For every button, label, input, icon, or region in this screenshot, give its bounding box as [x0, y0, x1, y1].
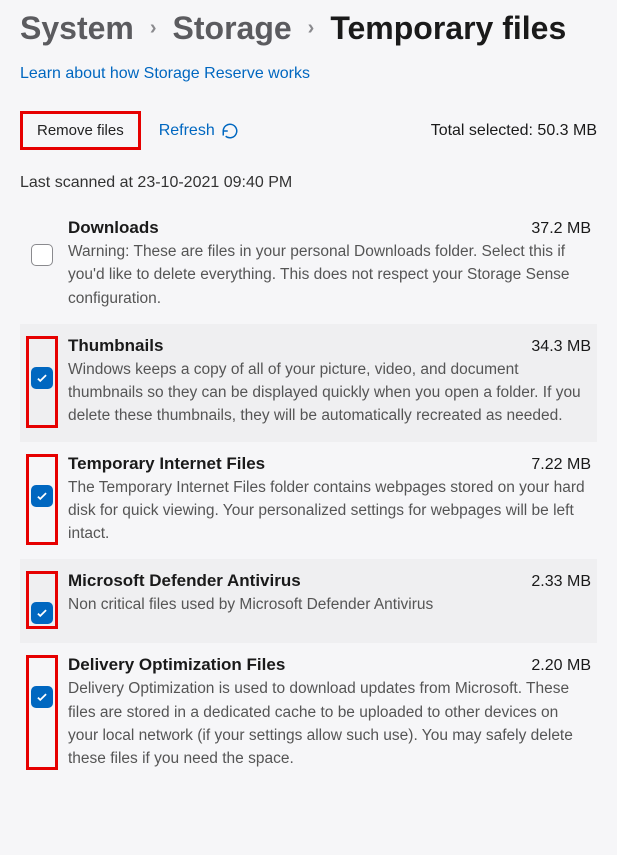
breadcrumb-system[interactable]: System — [20, 10, 134, 47]
item-size: 2.20 MB — [531, 657, 591, 675]
refresh-label: Refresh — [159, 122, 215, 140]
storage-reserve-link[interactable]: Learn about how Storage Reserve works — [20, 65, 597, 83]
list-item: Delivery Optimization Files 2.20 MB Deli… — [20, 643, 597, 784]
checkbox-defender[interactable] — [31, 602, 53, 624]
list-item: Downloads 37.2 MB Warning: These are fil… — [20, 206, 597, 324]
check-icon — [35, 690, 49, 704]
item-title: Microsoft Defender Antivirus — [68, 571, 301, 591]
chevron-right-icon: › — [150, 17, 157, 40]
item-size: 34.3 MB — [531, 338, 591, 356]
item-size: 37.2 MB — [531, 220, 591, 238]
item-size: 2.33 MB — [531, 573, 591, 591]
check-icon — [35, 489, 49, 503]
refresh-icon — [221, 122, 239, 140]
item-title: Temporary Internet Files — [68, 454, 265, 474]
breadcrumb: System › Storage › Temporary files — [20, 10, 597, 47]
list-item: Thumbnails 34.3 MB Windows keeps a copy … — [20, 324, 597, 442]
checkbox-delivery-opt[interactable] — [31, 686, 53, 708]
item-title: Downloads — [68, 218, 159, 238]
item-desc: Non critical files used by Microsoft Def… — [68, 593, 591, 616]
breadcrumb-storage[interactable]: Storage — [173, 10, 292, 47]
checkbox-thumbnails[interactable] — [31, 367, 53, 389]
breadcrumb-current: Temporary files — [330, 10, 566, 47]
remove-files-button[interactable]: Remove files — [20, 111, 141, 150]
check-icon — [35, 606, 49, 620]
item-title: Delivery Optimization Files — [68, 655, 285, 675]
checkbox-temp-internet[interactable] — [31, 485, 53, 507]
item-desc: Delivery Optimization is used to downloa… — [68, 677, 591, 770]
item-desc: The Temporary Internet Files folder cont… — [68, 476, 591, 546]
chevron-right-icon: › — [308, 17, 315, 40]
list-item: Microsoft Defender Antivirus 2.33 MB Non… — [20, 559, 597, 643]
checkbox-downloads[interactable] — [31, 244, 53, 266]
item-title: Thumbnails — [68, 336, 163, 356]
check-icon — [35, 371, 49, 385]
item-desc: Windows keeps a copy of all of your pict… — [68, 358, 591, 428]
item-desc: Warning: These are files in your persona… — [68, 240, 591, 310]
last-scanned-label: Last scanned at 23-10-2021 09:40 PM — [20, 174, 597, 192]
item-size: 7.22 MB — [531, 456, 591, 474]
refresh-button[interactable]: Refresh — [159, 122, 239, 140]
list-item: Temporary Internet Files 7.22 MB The Tem… — [20, 442, 597, 560]
total-selected-label: Total selected: 50.3 MB — [431, 122, 597, 140]
temp-files-list: Downloads 37.2 MB Warning: These are fil… — [20, 206, 597, 784]
